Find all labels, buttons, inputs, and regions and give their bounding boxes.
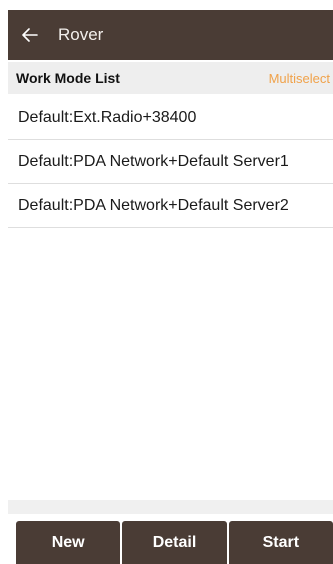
rover-screen: Rover Work Mode List Multiselect Default… [0,0,333,564]
work-mode-list: Default:Ext.Radio+38400 Default:PDA Netw… [8,96,333,228]
list-title: Work Mode List [16,70,120,86]
detail-button[interactable]: Detail [122,521,227,564]
new-button[interactable]: New [16,521,121,564]
back-button[interactable] [10,10,50,60]
list-item[interactable]: Default:PDA Network+Default Server1 [8,140,333,184]
start-button[interactable]: Start [228,521,333,564]
list-item[interactable]: Default:Ext.Radio+38400 [8,96,333,140]
list-item[interactable]: Default:PDA Network+Default Server2 [8,184,333,228]
bottom-button-bar: New Detail Start [16,521,333,564]
title-bar: Rover [8,10,333,60]
bottom-divider [8,500,333,514]
page-title: Rover [58,25,104,44]
work-mode-list-header: Work Mode List Multiselect [8,62,333,94]
arrow-left-icon [22,28,38,42]
multiselect-button[interactable]: Multiselect [269,71,333,86]
